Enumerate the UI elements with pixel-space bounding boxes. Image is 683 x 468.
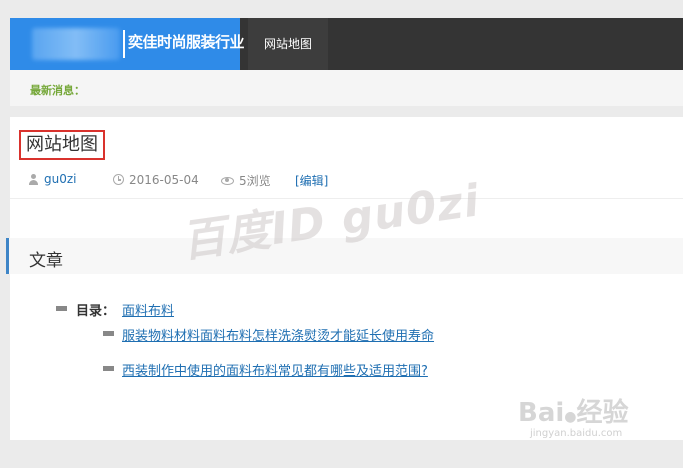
baidu-watermark-cn: 经验 — [576, 398, 629, 428]
news-bar: 最新消息： — [10, 70, 683, 106]
blurred-logo-mark — [32, 28, 120, 60]
top-navigation-bar: 奕佳时尚服装行业 网站地图 — [10, 18, 683, 70]
article-link[interactable]: 服装物料材料面料布料怎样洗涤熨烫才能延长使用寿命 — [122, 325, 434, 344]
logo-text: 奕佳时尚服装行业 — [128, 33, 245, 51]
meta-views: 5浏览 — [221, 172, 271, 189]
site-logo[interactable]: 奕佳时尚服装行业 — [10, 18, 245, 70]
meta-date: 2016-05-04 — [113, 172, 199, 187]
clock-icon — [113, 174, 124, 185]
news-label: 最新消息： — [30, 84, 85, 97]
user-icon — [28, 174, 39, 185]
list-bullet — [103, 331, 114, 336]
category-link[interactable]: 面料布料 — [122, 300, 174, 319]
nav-item-sitemap[interactable]: 网站地图 — [248, 18, 328, 70]
list-bullet — [56, 306, 67, 311]
baidu-watermark-latin: Bai — [518, 398, 565, 428]
view-count: 5浏览 — [239, 174, 271, 188]
eye-icon — [221, 176, 234, 185]
list-bullet — [103, 366, 114, 371]
paw-icon: ● — [564, 409, 577, 425]
page-title: 网站地图 — [19, 130, 105, 160]
author-link[interactable]: gu0zi — [44, 172, 77, 186]
publish-date: 2016-05-04 — [129, 172, 199, 187]
logo-separator — [123, 30, 125, 58]
toc-label: 目录： — [76, 304, 116, 319]
baidu-watermark-url: jingyan.baidu.com — [530, 428, 623, 439]
baidu-watermark: Bai●经验 — [518, 392, 629, 429]
meta-author: gu0zi — [28, 172, 77, 186]
section-title: 文章 — [29, 251, 63, 271]
article-link[interactable]: 西装制作中使用的面料布料常见都有哪些及适用范围? — [122, 360, 428, 379]
